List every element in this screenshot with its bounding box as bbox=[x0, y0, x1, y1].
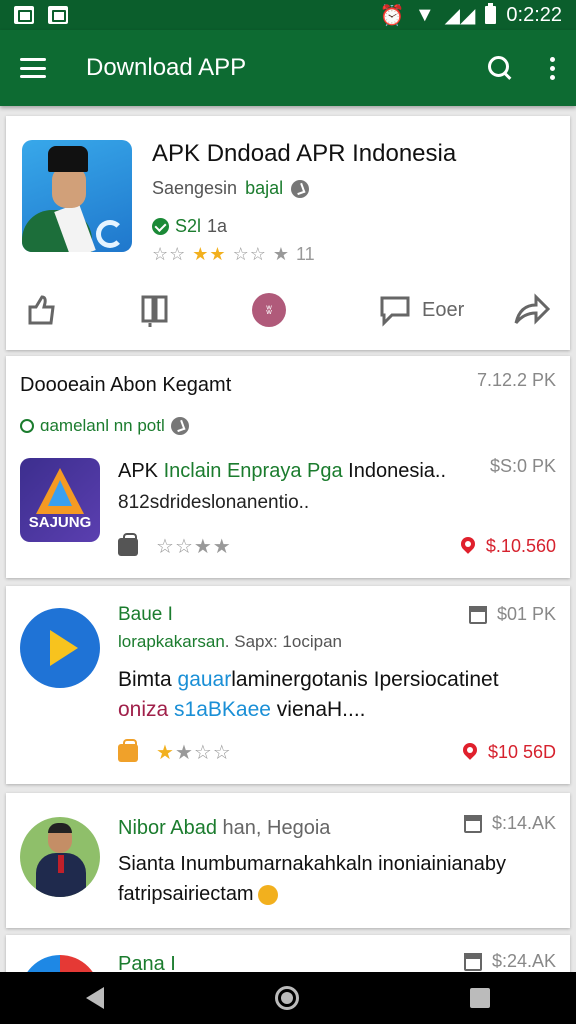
item-size: $:14.AK bbox=[463, 813, 556, 834]
featured-actions: ʬ Eoer bbox=[6, 282, 570, 342]
list-card[interactable]: Doooeain Abon Kegamt 7.12.2 PK ɑamelanl … bbox=[6, 356, 570, 578]
price-value: $.10.560 bbox=[485, 536, 556, 556]
size-label: S2l bbox=[175, 216, 202, 236]
battery-icon bbox=[485, 3, 497, 24]
recent-apps-icon[interactable] bbox=[470, 988, 491, 1008]
signal-icon: ◢◢ bbox=[444, 4, 476, 27]
calendar-icon bbox=[468, 606, 487, 625]
item-size: $:24.AK bbox=[463, 951, 556, 972]
share-icon bbox=[514, 293, 550, 325]
rating-count: 11 bbox=[295, 244, 315, 264]
app-icon[interactable]: SAJUNG bbox=[20, 458, 100, 542]
list-header-size: 7.12.2 PK bbox=[476, 370, 556, 390]
rating-stars-on: ★★ bbox=[192, 244, 227, 264]
thumb-icon bbox=[28, 295, 55, 325]
app-icon-label: SAJUNG bbox=[28, 514, 92, 531]
emoji-icon bbox=[257, 884, 278, 905]
play-icon[interactable] bbox=[20, 608, 100, 688]
app-size: $S:0 PK bbox=[489, 456, 556, 476]
wifi-icon: ▼ bbox=[414, 3, 435, 26]
back-icon[interactable] bbox=[85, 987, 104, 1009]
image-notification-icon bbox=[48, 6, 68, 24]
comment-label: Eoer bbox=[422, 298, 465, 321]
price-value: $10 56D bbox=[487, 742, 556, 762]
item-description-line2: oniza s1aBKaee vienaH.... bbox=[118, 698, 366, 721]
developer-name: bajal bbox=[245, 178, 284, 198]
app-meta: ☆☆★★ bbox=[118, 532, 232, 559]
category-chip-icon: ʬ bbox=[252, 293, 286, 327]
calendar-icon bbox=[463, 953, 482, 972]
bag-icon bbox=[118, 738, 138, 762]
featured-app-title: APK Dndoad APR Indonesia bbox=[152, 140, 457, 167]
app-price[interactable]: $.10.560 bbox=[460, 536, 556, 557]
featured-size: S2l 1a bbox=[152, 216, 227, 237]
app-subtitle: 812sdrideslonanentio.. bbox=[118, 492, 310, 513]
like-button[interactable] bbox=[24, 290, 58, 330]
location-pin-icon bbox=[460, 537, 476, 557]
item-name: Baue I bbox=[118, 604, 173, 625]
item-description-line2: fatripsairiectam bbox=[118, 883, 278, 906]
location-pin-icon bbox=[462, 743, 478, 763]
notification-icon bbox=[14, 6, 34, 24]
item-size: $01 PK bbox=[468, 604, 556, 625]
status-bar: ⏰ ▼ ◢◢ 0:2:22 bbox=[0, 0, 576, 30]
item-subtitle: lorapkakarsan. Sapx: 1ocipan bbox=[118, 632, 342, 651]
item-name: Nibor Abad han, Hegoia bbox=[118, 817, 331, 839]
share-button[interactable] bbox=[512, 290, 550, 330]
bag-icon bbox=[118, 532, 138, 556]
comment-icon bbox=[380, 296, 410, 327]
list-card[interactable]: Baue I $01 PK lorapkakarsan. Sapx: 1ocip… bbox=[6, 586, 570, 784]
app-title-b: Inclain Enpraya Pga bbox=[163, 460, 343, 482]
check-icon bbox=[152, 218, 169, 235]
rating-stars-off-right: ☆☆ bbox=[232, 244, 267, 264]
featured-rating: ☆☆ ★★ ☆☆ ★ 11 bbox=[152, 244, 315, 265]
item-meta: ★★☆☆ bbox=[118, 738, 232, 765]
rating-stars: ☆☆★★ bbox=[156, 536, 232, 558]
tag-text: ɑamelanl nn potl bbox=[40, 416, 165, 435]
developer-prefix: Saengesin bbox=[152, 178, 238, 198]
search-icon[interactable] bbox=[486, 54, 514, 82]
size-value: 1a bbox=[207, 216, 228, 236]
featured-app-card[interactable]: APK Dndoad APR Indonesia Saengesin bajal… bbox=[6, 116, 570, 350]
category-button[interactable]: ʬ bbox=[252, 290, 286, 330]
featured-developer[interactable]: Saengesin bajal bbox=[152, 178, 310, 199]
app-bar: Download APP bbox=[0, 30, 576, 106]
comment-button[interactable]: Eoer bbox=[378, 290, 464, 330]
library-button[interactable] bbox=[140, 290, 170, 330]
list-header-tag: ɑamelanl nn potl bbox=[20, 416, 189, 436]
rating-stars: ★★☆☆ bbox=[156, 742, 232, 764]
avatar[interactable] bbox=[20, 817, 100, 897]
item-description-line1: Bimta gauarlaminergotanis Ipersiocatinet bbox=[118, 668, 499, 691]
featured-app-icon[interactable] bbox=[22, 140, 132, 252]
app-title[interactable]: APK Inclain Enpraya Pga Indonesia.. bbox=[118, 460, 446, 483]
alarm-icon: ⏰ bbox=[379, 4, 405, 27]
star-icon: ★ bbox=[272, 244, 290, 264]
menu-icon[interactable] bbox=[20, 58, 46, 78]
book-icon bbox=[141, 295, 168, 327]
list-card[interactable]: Nibor Abad han, Hegoia $:14.AK Sianta In… bbox=[6, 793, 570, 928]
app-title-a: APK bbox=[118, 460, 164, 482]
rating-stars-off-left: ☆☆ bbox=[152, 244, 187, 264]
list-header-title: Doooeain Abon Kegamt bbox=[20, 374, 232, 396]
item-price[interactable]: $10 56D bbox=[462, 742, 556, 763]
more-options-icon[interactable] bbox=[550, 56, 556, 80]
home-icon[interactable] bbox=[274, 986, 299, 1010]
page-title: Download APP bbox=[86, 54, 247, 81]
status-time: 0:2:22 bbox=[506, 3, 562, 26]
navigation-bar bbox=[0, 972, 576, 1024]
calendar-icon bbox=[463, 815, 482, 834]
tag-circle-icon bbox=[20, 419, 34, 433]
info-icon bbox=[170, 417, 189, 435]
item-description-line1: Sianta Inumbumarnakahkaln inoniainianaby bbox=[118, 853, 507, 875]
verified-icon bbox=[291, 179, 310, 198]
app-title-c: Indonesia.. bbox=[342, 460, 447, 482]
